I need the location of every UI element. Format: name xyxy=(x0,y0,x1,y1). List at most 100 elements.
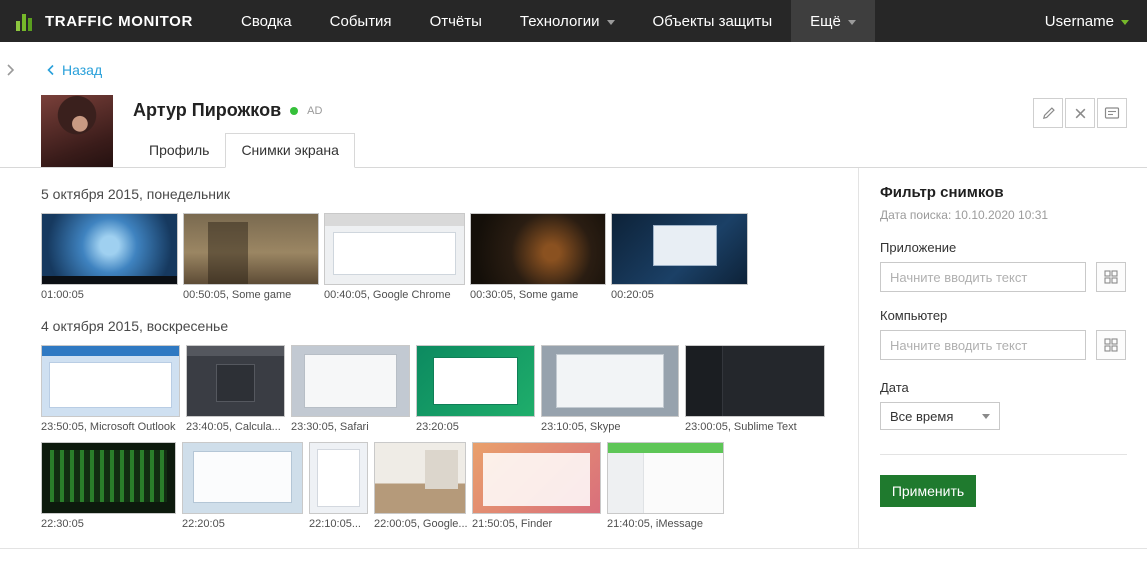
screenshot-caption: 21:40:05, iMessage xyxy=(607,518,724,530)
tab-screenshots[interactable]: Снимки экрана xyxy=(225,133,354,168)
username-label: Username xyxy=(1045,13,1114,30)
screenshot-image[interactable] xyxy=(41,213,178,285)
application-picker-button[interactable] xyxy=(1096,262,1126,292)
screenshot-thumbnail[interactable]: 23:10:05, Skype xyxy=(541,345,679,433)
tab-profile[interactable]: Профиль xyxy=(133,133,225,168)
profile-tabs: Профиль Снимки экрана xyxy=(0,133,1147,168)
nav-item-label: События xyxy=(330,13,392,30)
screenshot-thumbnail[interactable]: 23:40:05, Calcula... xyxy=(186,345,285,433)
application-field-row xyxy=(880,262,1127,292)
screenshot-thumbnail[interactable]: 00:20:05 xyxy=(611,213,748,301)
date-label: Дата xyxy=(880,380,1127,395)
grid-icon xyxy=(1104,270,1118,284)
screenshot-caption: 00:30:05, Some game xyxy=(470,289,606,301)
application-input[interactable] xyxy=(880,262,1086,292)
apply-button[interactable]: Применить xyxy=(880,475,976,507)
screenshot-image[interactable] xyxy=(607,442,724,514)
page-title: Артур Пирожков xyxy=(133,100,281,121)
screenshot-image[interactable] xyxy=(611,213,748,285)
computer-input[interactable] xyxy=(880,330,1086,360)
screenshots-gallery: 5 октября 2015, понедельник 01:00:05 00:… xyxy=(0,168,858,548)
screenshot-caption: 00:20:05 xyxy=(611,289,748,301)
nav-item-reports[interactable]: Отчёты xyxy=(411,0,501,42)
screenshot-caption: 22:10:05... xyxy=(309,518,368,530)
screenshot-image[interactable] xyxy=(472,442,601,514)
screenshot-thumbnail[interactable]: 23:20:05 xyxy=(416,345,535,433)
screenshot-caption: 22:20:05 xyxy=(182,518,303,530)
screenshot-thumbnail[interactable]: 00:50:05, Some game xyxy=(183,213,319,301)
screenshot-caption: 22:00:05, Google... xyxy=(374,518,466,530)
thumbnail-row: 01:00:05 00:50:05, Some game 00:40:05, G… xyxy=(41,213,858,301)
screenshot-image[interactable] xyxy=(291,345,410,417)
expand-panel-icon[interactable] xyxy=(6,63,15,82)
computer-picker-button[interactable] xyxy=(1096,330,1126,360)
screenshot-caption: 21:50:05, Finder xyxy=(472,518,601,530)
page: TRAFFIC MONITOR Сводка События Отчёты Те… xyxy=(0,0,1147,565)
screenshot-caption: 22:30:05 xyxy=(41,518,176,530)
screenshot-thumbnail[interactable]: 22:20:05 xyxy=(182,442,303,530)
screenshot-image[interactable] xyxy=(374,442,466,514)
app-logo-text: TRAFFIC MONITOR xyxy=(45,13,193,30)
app-logo[interactable]: TRAFFIC MONITOR xyxy=(0,0,196,42)
screenshot-thumbnail[interactable]: 21:50:05, Finder xyxy=(472,442,601,530)
back-link[interactable]: Назад xyxy=(47,62,102,78)
thumbnail-row: 23:50:05, Microsoft Outlook 23:40:05, Ca… xyxy=(41,345,858,433)
screenshot-caption: 23:30:05, Safari xyxy=(291,421,410,433)
screenshot-image[interactable] xyxy=(324,213,465,285)
nav-item-more[interactable]: Ещё xyxy=(791,0,875,42)
user-menu[interactable]: Username xyxy=(1045,0,1147,42)
chevron-down-icon xyxy=(1121,20,1129,25)
screenshot-thumbnail[interactable]: 01:00:05 xyxy=(41,213,178,301)
presence-status-dot xyxy=(290,107,298,115)
pencil-icon xyxy=(1041,106,1056,121)
screenshot-image[interactable] xyxy=(470,213,606,285)
screenshot-image[interactable] xyxy=(309,442,368,514)
screenshot-caption: 23:20:05 xyxy=(416,421,535,433)
screenshot-thumbnail[interactable]: 23:50:05, Microsoft Outlook xyxy=(41,345,180,433)
card-view-button[interactable] xyxy=(1097,98,1127,128)
screenshot-thumbnail[interactable]: 22:10:05... xyxy=(309,442,368,530)
filter-sidebar: Фильтр снимков Дата поиска: 10.10.2020 1… xyxy=(858,168,1147,548)
screenshot-image[interactable] xyxy=(416,345,535,417)
screenshot-thumbnail[interactable]: 22:30:05 xyxy=(41,442,176,530)
profile-actions xyxy=(1033,98,1127,128)
nav-item-label: Ещё xyxy=(810,13,841,30)
screenshot-thumbnail[interactable]: 00:40:05, Google Chrome xyxy=(324,213,465,301)
main-nav: Сводка События Отчёты Технологии Объекты… xyxy=(222,0,875,42)
computer-label: Компьютер xyxy=(880,308,1127,323)
close-icon xyxy=(1074,107,1087,120)
delete-button[interactable] xyxy=(1065,98,1095,128)
screenshot-image[interactable] xyxy=(541,345,679,417)
screenshot-thumbnail[interactable]: 22:00:05, Google... xyxy=(374,442,466,530)
edit-button[interactable] xyxy=(1033,98,1063,128)
date-select[interactable]: Все время xyxy=(880,402,1000,430)
grid-icon xyxy=(1104,338,1118,352)
screenshot-thumbnail[interactable]: 23:00:05, Sublime Text xyxy=(685,345,825,433)
nav-item-protection-objects[interactable]: Объекты защиты xyxy=(634,0,792,42)
chevron-down-icon xyxy=(848,20,856,25)
filter-title: Фильтр снимков xyxy=(880,184,1127,201)
screenshot-image[interactable] xyxy=(41,442,176,514)
screenshot-thumbnail[interactable]: 00:30:05, Some game xyxy=(470,213,606,301)
chevron-left-icon xyxy=(47,64,55,76)
screenshot-caption: 23:40:05, Calcula... xyxy=(186,421,285,433)
nav-item-summary[interactable]: Сводка xyxy=(222,0,311,42)
screenshot-image[interactable] xyxy=(186,345,285,417)
sidebar-divider xyxy=(880,454,1127,455)
tab-label: Снимки экрана xyxy=(241,142,338,158)
traffic-monitor-logo-icon xyxy=(16,11,36,31)
screenshot-image[interactable] xyxy=(41,345,180,417)
screenshot-image[interactable] xyxy=(685,345,825,417)
filter-search-date: Дата поиска: 10.10.2020 10:31 xyxy=(880,208,1127,222)
screenshot-image[interactable] xyxy=(182,442,303,514)
screenshot-thumbnail[interactable]: 23:30:05, Safari xyxy=(291,345,410,433)
card-icon xyxy=(1104,106,1120,120)
nav-item-label: Объекты защиты xyxy=(653,13,773,30)
back-link-label: Назад xyxy=(62,62,102,78)
computer-field-row xyxy=(880,330,1127,360)
directory-badge: AD xyxy=(307,105,322,117)
screenshot-image[interactable] xyxy=(183,213,319,285)
nav-item-events[interactable]: События xyxy=(311,0,411,42)
screenshot-thumbnail[interactable]: 21:40:05, iMessage xyxy=(607,442,724,530)
nav-item-technologies[interactable]: Технологии xyxy=(501,0,634,42)
